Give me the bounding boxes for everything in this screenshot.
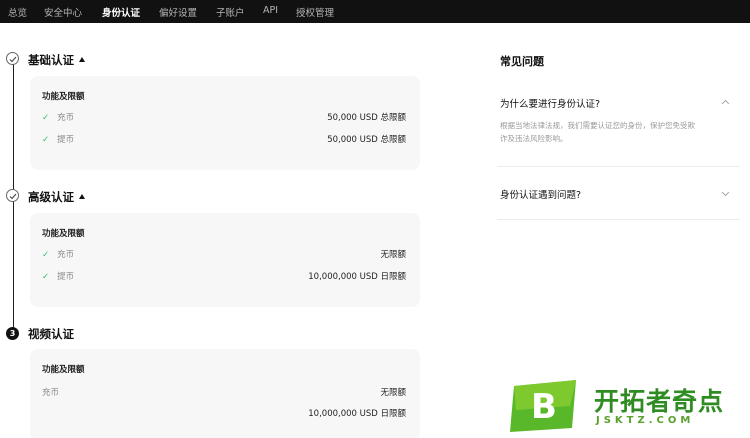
faq-answer: 根据当地法律法规，我们需要认证您的身份，保护您免受欺诈及违法风险影响。 (500, 121, 695, 143)
faq-question[interactable]: 身份认证遇到问题? (500, 187, 581, 201)
limits-card-basic: 功能及限额 ✓ 充币 50,000 USD 总限额 ✓ 提币 50,000 USD … (30, 76, 420, 170)
nav-item-overview[interactable]: 总览 (8, 5, 27, 19)
faq-item-why[interactable]: 为什么要进行身份认证? 根据当地法律法规，我们需要认证您的身份，保护您免受欺诈及… (497, 83, 740, 167)
nav-item-preferences[interactable]: 偏好设置 (159, 5, 197, 19)
step-complete-icon (6, 52, 19, 65)
faq-item-issues[interactable]: 身份认证遇到问题? (497, 167, 740, 220)
check-icon: ✓ (42, 250, 50, 260)
watermark-name: 开拓者奇点 (594, 387, 725, 416)
limit-row-value: 50,000 USD 总限额 (327, 135, 406, 145)
card-heading: 功能及限额 (42, 365, 85, 375)
watermark-logo: B (510, 380, 576, 432)
caret-up-icon[interactable] (79, 57, 85, 62)
nav-item-subaccount[interactable]: 子账户 (216, 5, 245, 19)
section-title-video[interactable]: 视频认证 (28, 326, 74, 342)
nav-item-security[interactable]: 安全中心 (44, 5, 82, 19)
top-nav: 总览 安全中心 身份认证 偏好设置 子账户 API 授权管理 (0, 0, 750, 23)
limit-row-value: 10,000,000 USD 日限额 (308, 272, 406, 282)
faq-question[interactable]: 为什么要进行身份认证? (500, 96, 600, 110)
check-icon: ✓ (42, 113, 50, 123)
check-icon: ✓ (42, 272, 50, 282)
nav-item-identity[interactable]: 身份认证 (102, 5, 140, 19)
check-icon: ✓ (42, 135, 50, 145)
section-title-basic[interactable]: 基础认证 (28, 52, 85, 68)
watermark-logo-letter: B (531, 387, 557, 427)
limit-row-label: ✓ 提币 (42, 272, 75, 282)
nav-item-api[interactable]: API (263, 5, 278, 16)
chevron-down-icon[interactable] (721, 191, 730, 197)
limit-row-label: ✓ 充币 (42, 113, 75, 123)
limit-row-label: 充币 (42, 388, 60, 398)
limit-row-value: 无限额 (380, 388, 406, 398)
chevron-up-icon[interactable] (721, 99, 730, 105)
section-title-text: 基础认证 (28, 53, 74, 67)
step-complete-icon (6, 189, 19, 202)
limit-row-label: ✓ 提币 (42, 135, 75, 145)
limit-row-value: 50,000 USD 总限额 (327, 113, 406, 123)
watermark-domain: JSKTZ.COM (596, 415, 695, 426)
caret-up-icon[interactable] (79, 194, 85, 199)
limit-row-label: ✓ 充币 (42, 250, 75, 260)
section-title-text: 高级认证 (28, 190, 74, 204)
nav-item-authorization[interactable]: 授权管理 (296, 5, 334, 19)
watermark: B 开拓者奇点 JSKTZ.COM (508, 380, 743, 435)
section-title-advanced[interactable]: 高级认证 (28, 189, 85, 205)
limit-row-value: 10,000,000 USD 日限额 (308, 409, 406, 419)
step-number-badge: 3 (6, 327, 19, 340)
card-heading: 功能及限额 (42, 92, 85, 102)
limits-card-video: 功能及限额 充币 无限额 10,000,000 USD 日限额 (30, 349, 420, 438)
limit-row-value: 无限额 (380, 250, 406, 260)
faq-title: 常见问题 (500, 55, 544, 68)
limits-card-advanced: 功能及限额 ✓ 充币 无限额 ✓ 提币 10,000,000 USD 日限额 (30, 213, 420, 307)
card-heading: 功能及限额 (42, 229, 85, 239)
